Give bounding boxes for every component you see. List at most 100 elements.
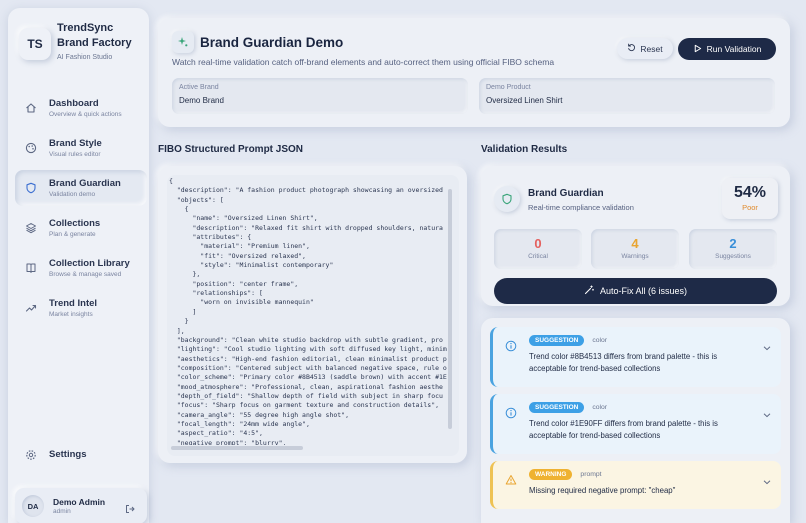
horizontal-scrollbar[interactable]: [171, 446, 303, 450]
score-value: 54%: [733, 184, 767, 201]
issue-message: Trend color #8B4513 differs from brand p…: [529, 352, 718, 373]
json-line: }: [169, 317, 189, 326]
run-validation-button[interactable]: Run Validation: [678, 38, 776, 60]
stat-label: Suggestions: [715, 253, 751, 260]
chevron-down-icon[interactable]: [763, 339, 771, 351]
json-line: {: [169, 177, 173, 185]
issues-list: SUGGESTION color Trend color #8B4513 dif…: [481, 318, 790, 523]
user-card[interactable]: DA Demo Admin admin: [15, 488, 147, 523]
json-line: "camera_angle": "55 degree high angle sh…: [169, 410, 350, 419]
palette-icon: [25, 142, 37, 154]
json-line: "composition": "Centered subject with ba…: [169, 363, 447, 372]
sidebar-item-dashboard[interactable]: Dashboard Overview & quick actions: [15, 90, 147, 126]
sidebar-item-sublabel: Plan & generate: [49, 231, 96, 238]
json-line: "material": "Premium linen",: [169, 242, 310, 251]
json-line: "attributes": {: [169, 233, 252, 242]
list-item[interactable]: WARNING prompt Missing required negative…: [490, 461, 781, 509]
stat-label: Critical: [528, 253, 548, 260]
json-line: "color_scheme": "Primary color #8B4513 (…: [169, 373, 447, 382]
sidebar-item-collection-library[interactable]: Collection Library Browse & manage saved: [15, 250, 147, 286]
layers-icon: [25, 222, 37, 234]
gear-icon: [25, 449, 37, 461]
stat-value: 0: [534, 236, 542, 251]
brand-name: TrendSync Brand Factory: [57, 22, 132, 49]
json-section-title: FIBO Structured Prompt JSON: [158, 144, 304, 155]
run-validation-label: Run Validation: [706, 44, 762, 54]
json-line: "fit": "Oversized relaxed",: [169, 251, 306, 260]
info-icon: [505, 406, 517, 419]
sidebar-item-label: Dashboard: [49, 98, 99, 109]
sidebar-item-collections[interactable]: Collections Plan & generate: [15, 210, 147, 246]
validation-panel: Brand Guardian Real-time compliance vali…: [481, 166, 790, 306]
json-code: { "description": "A fashion product phot…: [169, 177, 449, 445]
json-line: {: [169, 205, 189, 214]
warning-icon: [505, 473, 517, 485]
json-line: ],: [169, 326, 185, 335]
play-icon: [693, 44, 702, 55]
json-line: "name": "Oversized Linen Shirt",: [169, 214, 318, 223]
user-role: admin: [53, 508, 71, 515]
chevron-down-icon[interactable]: [763, 473, 771, 485]
json-line: "background": "Clean white studio backdr…: [169, 335, 443, 344]
home-icon: [25, 102, 37, 114]
page-title: Brand Guardian Demo: [200, 35, 344, 50]
json-panel: { "description": "A fashion product phot…: [158, 166, 467, 463]
issue-type-badge: SUGGESTION: [529, 402, 585, 413]
stat-label: Warnings: [621, 253, 649, 260]
json-line: "description": "A fashion product photog…: [169, 186, 443, 195]
stat-value: 4: [631, 236, 639, 251]
json-line: ]: [169, 307, 197, 316]
active-brand-value: Demo Brand: [179, 96, 224, 105]
sidebar-item-settings[interactable]: Settings: [25, 449, 86, 461]
page-subtitle: Watch real-time validation catch off-bra…: [172, 57, 555, 67]
brand-tagline: AI Fashion Studio: [57, 54, 113, 61]
sidebar-item-label: Trend Intel: [49, 298, 98, 309]
sidebar-item-sublabel: Browse & manage saved: [49, 271, 122, 278]
issue-category: color: [592, 404, 608, 411]
demo-product-value: Oversized Linen Shirt: [486, 96, 563, 105]
stat-value: 2: [729, 236, 737, 251]
list-item[interactable]: SUGGESTION color Trend color #1E90FF dif…: [490, 394, 781, 454]
json-line: "worn on invisible mannequin": [169, 298, 314, 307]
guardian-title: Brand Guardian: [528, 188, 604, 199]
issue-category: prompt: [580, 471, 602, 478]
issue-message: Trend color #1E90FF differs from brand p…: [529, 419, 718, 440]
magic-wand-icon: [584, 285, 594, 297]
active-brand-field[interactable]: Active Brand Demo Brand: [172, 78, 468, 114]
sidebar-item-label: Brand Style: [49, 138, 102, 149]
sidebar-item-sublabel: Validation demo: [49, 191, 96, 198]
reset-button[interactable]: Reset: [617, 38, 673, 59]
shield-check-icon: [494, 186, 520, 212]
brand-block: TS TrendSync Brand Factory AI Fashion St…: [19, 21, 147, 61]
reset-icon: [627, 43, 636, 54]
sidebar-item-trend-intel[interactable]: Trend Intel Market insights: [15, 290, 147, 326]
vertical-scrollbar[interactable]: [448, 189, 452, 429]
sidebar-nav: Dashboard Overview & quick actions Brand…: [15, 90, 147, 330]
json-viewer[interactable]: { "description": "A fashion product phot…: [167, 175, 459, 456]
json-line: "description": "Relaxed fit shirt with d…: [169, 223, 443, 232]
json-line: "negative_prompt": "blurry",: [169, 438, 287, 445]
json-line: "mood_atmosphere": "Professional, clean,…: [169, 382, 443, 391]
sidebar-item-label: Collections: [49, 218, 101, 229]
chevron-down-icon[interactable]: [763, 406, 771, 418]
json-line: "depth_of_field": "Shallow depth of fiel…: [169, 391, 443, 400]
compliance-score: 54% Poor: [722, 178, 778, 219]
logout-icon[interactable]: [125, 501, 135, 513]
sidebar-item-brand-style[interactable]: Brand Style Visual rules editor: [15, 130, 147, 166]
app-root: TS TrendSync Brand Factory AI Fashion St…: [0, 0, 806, 523]
auto-fix-all-button[interactable]: Auto-Fix All (6 issues): [494, 278, 777, 304]
stat-warnings: 4 Warnings: [591, 229, 679, 269]
json-line: "objects": [: [169, 195, 224, 204]
sidebar-item-sublabel: Market insights: [49, 311, 93, 318]
sidebar-item-sublabel: Overview & quick actions: [49, 111, 122, 118]
stat-critical: 0 Critical: [494, 229, 582, 269]
json-line: "focus": "Sharp focus on garment texture…: [169, 401, 440, 410]
sidebar-item-label: Brand Guardian: [49, 178, 121, 189]
json-line: "aspect_ratio": "4:5",: [169, 429, 263, 438]
demo-product-field[interactable]: Demo Product Oversized Linen Shirt: [479, 78, 775, 114]
library-icon: [25, 262, 37, 274]
sidebar-item-brand-guardian[interactable]: Brand Guardian Validation demo: [15, 170, 147, 206]
list-item[interactable]: SUGGESTION color Trend color #8B4513 dif…: [490, 327, 781, 387]
json-line: "style": "Minimalist contemporary": [169, 261, 334, 270]
json-line: "position": "center frame",: [169, 279, 299, 288]
